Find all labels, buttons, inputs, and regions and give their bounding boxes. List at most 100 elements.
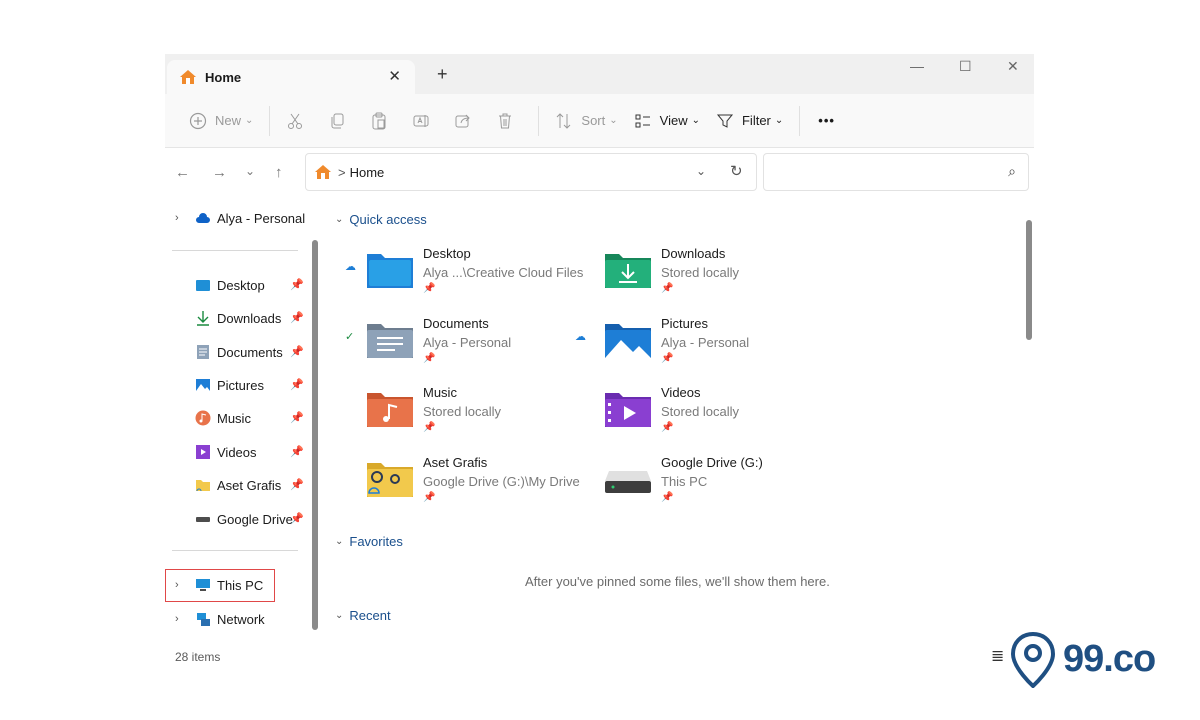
address-dropdown-chevron-icon[interactable]: ⌄: [696, 164, 706, 178]
sidebar-item-network[interactable]: › Network: [175, 608, 265, 630]
more-icon: •••: [818, 113, 835, 128]
filter-button[interactable]: Filter ⌄: [708, 104, 783, 138]
recent-locations-chevron-icon[interactable]: ⌄: [245, 164, 255, 178]
address-bar[interactable]: > Home ⌄ ↻: [305, 153, 757, 191]
pictures-folder-icon: [605, 324, 651, 358]
delete-button[interactable]: [488, 104, 522, 138]
rename-button[interactable]: [404, 104, 438, 138]
sidebar-item-label: Desktop: [217, 277, 265, 293]
sidebar-item-onedrive[interactable]: › Alya - Personal: [175, 207, 305, 229]
new-tab-button[interactable]: +: [437, 64, 448, 85]
forward-arrow-icon[interactable]: →: [212, 164, 227, 181]
maximize-button[interactable]: ☐: [959, 58, 972, 75]
item-name: Documents: [423, 316, 489, 331]
title-bar: Home ✕ + — ☐ ✕: [165, 54, 1034, 94]
item-name: Desktop: [423, 246, 471, 261]
folder-icon: [196, 480, 210, 492]
sidebar-item-google-drive[interactable]: Google Drive: [195, 508, 293, 530]
cloud-status-icon: ☁: [575, 331, 586, 343]
tab-home[interactable]: Home ✕: [167, 60, 415, 94]
documents-icon: [197, 345, 209, 359]
sidebar-item-documents[interactable]: Documents: [195, 341, 283, 363]
sidebar-item-music[interactable]: Music: [195, 407, 251, 429]
item-name: Music: [423, 385, 457, 400]
sort-button[interactable]: Sort ⌄: [547, 104, 618, 138]
minimize-button[interactable]: —: [910, 58, 924, 74]
item-location: Alya - Personal: [661, 335, 750, 350]
sidebar-item-desktop[interactable]: Desktop: [195, 274, 265, 296]
view-icon: [626, 104, 660, 138]
item-name: Aset Grafis: [423, 455, 488, 470]
address-row: ← → ⌄ ↑ > Home ⌄ ↻ ⌕: [165, 148, 1034, 200]
item-name: Downloads: [661, 246, 726, 261]
cloud-icon: [196, 213, 210, 223]
details-view-icon[interactable]: ≣: [991, 646, 1004, 666]
quick-access-item-google-drive[interactable]: Google Drive (G:) This PC 📌: [583, 455, 813, 517]
sidebar-item-label: Downloads: [217, 310, 282, 326]
pin-icon: 📌: [290, 279, 304, 291]
close-tab-button[interactable]: ✕: [388, 67, 401, 85]
section-recent[interactable]: ⌄ Recent: [335, 608, 391, 623]
watermark: ≣ 99.co: [985, 630, 1175, 690]
sidebar-item-label: Documents: [217, 344, 283, 360]
sort-label: Sort: [581, 113, 606, 128]
quick-access-item-aset-grafis[interactable]: Aset Grafis Google Drive (G:)\My Drive 📌: [345, 455, 580, 517]
desktop-folder-icon: [367, 254, 413, 288]
new-button[interactable]: New ⌄: [181, 104, 253, 138]
item-location: Alya - Personal: [423, 335, 512, 350]
item-location: This PC: [661, 474, 708, 489]
content-pane: ⌄ Quick access ☁ Desktop Alya ...\Creati…: [325, 200, 1025, 655]
content-scrollbar[interactable]: [1026, 220, 1032, 340]
quick-access-item-desktop[interactable]: ☁ Desktop Alya ...\Creative Cloud Files …: [345, 246, 583, 308]
pin-icon: 📌: [290, 446, 304, 458]
item-name: Pictures: [661, 316, 708, 331]
section-title: Quick access: [349, 212, 427, 227]
section-quick-access[interactable]: ⌄ Quick access: [335, 212, 427, 227]
back-arrow-icon[interactable]: ←: [175, 164, 190, 181]
section-favorites[interactable]: ⌄ Favorites: [335, 534, 403, 549]
sidebar-item-label: Network: [217, 611, 265, 627]
file-explorer-window: Home ✕ + — ☐ ✕ New ⌄ Sort ⌄ View ⌄ Filte…: [165, 54, 1034, 672]
chevron-down-icon: ⌄: [609, 115, 618, 126]
view-button[interactable]: View ⌄: [626, 104, 700, 138]
cut-button[interactable]: [278, 104, 312, 138]
highlight-box: [165, 569, 275, 602]
toolbar-divider: [799, 105, 801, 136]
refresh-icon[interactable]: ↻: [730, 162, 743, 180]
sidebar-scrollbar[interactable]: [312, 240, 318, 630]
drive-icon: [196, 517, 210, 522]
up-arrow-icon[interactable]: ↑: [275, 164, 283, 181]
videos-icon: [196, 445, 210, 459]
chevron-down-icon: ⌄: [335, 610, 344, 621]
sidebar-item-downloads[interactable]: Downloads: [195, 307, 281, 329]
chevron-down-icon: ⌄: [691, 115, 700, 126]
documents-folder-icon: [367, 324, 413, 358]
share-icon: [446, 104, 480, 138]
paste-button[interactable]: [362, 104, 396, 138]
downloads-folder-icon: [605, 254, 651, 288]
item-location: Stored locally: [661, 265, 740, 280]
quick-access-item-documents[interactable]: ✓ Documents Alya - Personal 📌: [345, 316, 575, 378]
plus-circle-icon: [181, 104, 215, 138]
favorites-empty-message: After you've pinned some files, we'll sh…: [525, 574, 830, 589]
search-input[interactable]: ⌕: [763, 153, 1029, 191]
pin-icon: 📌: [290, 513, 304, 525]
quick-access-item-pictures[interactable]: ☁ Pictures Alya - Personal 📌: [575, 316, 813, 378]
sidebar-item-aset-grafis[interactable]: Aset Grafis: [195, 474, 281, 496]
downloads-icon: [197, 311, 209, 326]
quick-access-item-downloads[interactable]: Downloads Stored locally 📌: [583, 246, 813, 308]
trash-icon: [488, 104, 522, 138]
copy-button[interactable]: [320, 104, 354, 138]
sidebar-item-pictures[interactable]: Pictures: [195, 374, 264, 396]
more-options-button[interactable]: •••: [808, 104, 845, 138]
quick-access-item-music[interactable]: Music Stored locally 📌: [345, 385, 575, 447]
share-button[interactable]: [446, 104, 480, 138]
close-window-button[interactable]: ✕: [1007, 58, 1019, 75]
quick-access-item-videos[interactable]: Videos Stored locally 📌: [583, 385, 813, 447]
pin-icon: 📌: [423, 283, 436, 294]
item-location: Alya ...\Creative Cloud Files: [423, 265, 584, 280]
sidebar-item-videos[interactable]: Videos: [195, 441, 257, 463]
pin-icon: 📌: [661, 353, 674, 364]
copy-icon: [320, 104, 354, 138]
breadcrumb-home[interactable]: Home: [350, 165, 385, 180]
